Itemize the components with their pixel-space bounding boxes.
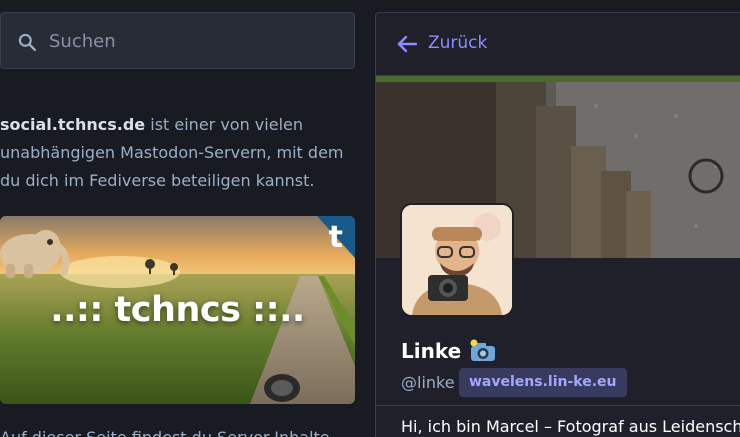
description-line3: du dich im Fediverse beteiligen kannst. [0,171,315,190]
bio-divider [376,405,740,406]
domain-badge[interactable]: wavelens.lin-ke.eu [459,368,627,397]
server-name: social.tchncs.de [0,115,146,134]
display-name: Linke [401,339,497,363]
arrow-left-icon[interactable] [396,34,418,54]
server-hero-image[interactable]: ..:: tchncs ::.. t [0,216,355,404]
hero-badge-letter: t [328,220,343,255]
description-line1: ist einer von vielen [145,115,303,134]
account-handle: @linke [401,373,455,392]
profile-bio: Hi, ich bin Marcel – Fotograf aus Leiden… [401,417,740,436]
back-bar[interactable]: Zurück [376,13,740,76]
hero-title: ..:: tchncs ::.. [50,290,305,330]
description-line2: unabhängigen Mastodon-Servern, mit dem [0,143,344,162]
back-button[interactable]: Zurück [428,33,487,53]
search-icon [18,33,37,52]
display-name-text: Linke [401,339,462,363]
profile-panel: Zurück Linke @linke wavelens.lin-ke.eu H… [375,12,740,437]
server-info-text: Auf dieser Seite findest du Server-Inhal… [0,426,360,437]
avatar[interactable] [400,203,514,317]
avatar-illustration [402,205,512,315]
server-description: social.tchncs.de ist einer von vielen un… [0,111,360,195]
search-input[interactable] [49,27,339,55]
search-box[interactable] [0,12,355,69]
camera-flash-icon [470,339,496,361]
